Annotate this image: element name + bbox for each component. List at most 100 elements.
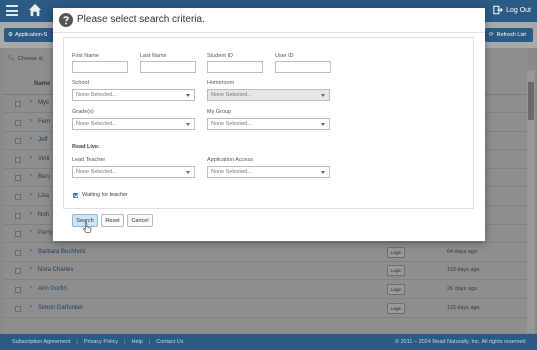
chevron-right-icon[interactable]: › [30, 229, 32, 235]
login-button[interactable]: Login [387, 246, 405, 258]
school-select[interactable]: None Selected... [72, 89, 195, 101]
choose-students-control[interactable]: 🔍︎ Choose st [8, 53, 43, 65]
first-name-label: First Name [72, 53, 99, 59]
first-name-input[interactable] [72, 61, 128, 73]
scrollbar-thumb[interactable] [528, 82, 534, 120]
chevron-right-icon[interactable]: › [30, 192, 32, 198]
login-button[interactable]: Login [387, 302, 405, 314]
lead-teacher-select-value: None Selected... [76, 169, 117, 175]
application-access-select-value: None Selected... [211, 169, 252, 175]
menu-icon[interactable] [6, 5, 18, 16]
chevron-right-icon[interactable]: › [30, 173, 32, 179]
scrollbar[interactable] [527, 70, 535, 333]
row-checkbox[interactable] [15, 268, 21, 275]
student-name[interactable]: Myc [38, 100, 49, 106]
question-icon [59, 13, 73, 27]
footer-separator: | [124, 339, 126, 345]
read-live-section-title: Read Live: [72, 144, 100, 150]
chevron-right-icon[interactable]: › [30, 285, 32, 291]
homeroom-select[interactable]: None Selected... [207, 89, 330, 101]
column-header-name[interactable]: Name [34, 81, 50, 87]
reset-button[interactable]: Reset [101, 214, 124, 227]
chevron-right-icon[interactable]: › [30, 155, 32, 161]
chevron-right-icon[interactable]: › [30, 304, 32, 310]
row-checkbox[interactable] [15, 287, 21, 293]
student-name[interactable]: Jeff [38, 137, 48, 143]
table-row[interactable]: › Ann Gorfirt Login 26 days ago [4, 281, 527, 299]
row-checkbox[interactable] [15, 175, 21, 182]
last-activity: 26 days ago [447, 286, 477, 292]
copyright-text: © 2011 – 2024 Read Naturally, Inc. All r… [395, 339, 527, 345]
chevron-down-icon [321, 171, 325, 174]
footer-link-help[interactable]: Help [132, 339, 143, 345]
table-row[interactable]: › Simon Garfunkel Login 115 days ago [4, 300, 527, 318]
chevron-right-icon[interactable]: › [30, 136, 32, 142]
row-checkbox[interactable] [15, 138, 21, 145]
chevron-down-icon [321, 123, 325, 126]
grades-label: Grade(s) [72, 109, 94, 115]
student-name[interactable]: Ann Gorfirt [38, 286, 67, 292]
student-name[interactable]: Simon Garfunkel [38, 305, 83, 311]
waiting-for-teacher-checkbox[interactable] [73, 193, 78, 198]
table-row[interactable]: › Barbara Buchholz Login 64 days ago [4, 244, 527, 262]
my-group-select[interactable]: None Selected... [207, 118, 330, 130]
dialog-footer: Search Reset Cancel [53, 209, 485, 241]
choose-students-label: Choose st [17, 56, 43, 62]
home-icon[interactable] [28, 3, 42, 17]
settings-icon: ⚙ [8, 32, 13, 38]
student-name[interactable]: Benj [38, 174, 50, 180]
row-checkbox[interactable] [15, 305, 21, 312]
chevron-down-icon [186, 171, 190, 174]
row-checkbox[interactable] [15, 212, 21, 219]
chevron-right-icon[interactable]: › [30, 211, 32, 217]
search-form: First Name Last Name Student ID User ID … [63, 37, 474, 209]
login-button[interactable]: Login [387, 265, 405, 277]
row-checkbox[interactable] [15, 231, 21, 238]
my-group-label: My Group [207, 109, 232, 115]
student-name[interactable]: Lisa [38, 193, 49, 199]
lead-teacher-select[interactable]: None Selected... [72, 166, 195, 178]
cancel-button[interactable]: Cancel [127, 214, 153, 227]
application-settings-label: Application-S [14, 32, 48, 38]
chevron-right-icon[interactable]: › [30, 248, 32, 254]
refresh-list-button[interactable]: ⟳ Refresh List [485, 28, 533, 42]
row-checkbox[interactable] [15, 156, 21, 163]
row-checkbox[interactable] [15, 249, 21, 256]
footer-link-privacy-policy[interactable]: Privacy Policy [84, 339, 118, 345]
chevron-right-icon[interactable]: › [30, 99, 32, 105]
row-checkbox[interactable] [15, 119, 21, 126]
last-activity: 64 days ago [447, 248, 477, 255]
student-name[interactable]: Nora Charles [38, 267, 73, 273]
application-access-select[interactable]: None Selected... [207, 166, 330, 178]
logout-button[interactable]: Log Out [493, 4, 531, 16]
school-select-value: None Selected... [76, 92, 117, 98]
last-activity: 119 days ago [447, 267, 480, 274]
user-id-input[interactable] [275, 61, 331, 73]
chevron-down-icon [186, 123, 190, 126]
student-name[interactable]: Noh [38, 212, 49, 218]
homeroom-label: Homeroom [207, 80, 235, 86]
chevron-right-icon[interactable]: › [30, 266, 32, 272]
chevron-right-icon[interactable]: › [30, 118, 32, 124]
chevron-down-icon [186, 94, 190, 97]
login-button[interactable]: Login [387, 284, 405, 295]
row-checkbox[interactable] [15, 194, 21, 200]
refresh-icon: ⟳ [489, 32, 494, 38]
student-id-input[interactable] [207, 61, 263, 73]
footer-separator: | [148, 339, 151, 345]
footer-separator: | [76, 339, 78, 345]
table-row[interactable]: › Nora Charles Login 119 days ago [4, 262, 527, 281]
my-group-select-value: None Selected... [211, 121, 252, 127]
last-name-label: Last Name [140, 53, 167, 59]
footer-link-subscription-agreement[interactable]: Subscription Agreement [12, 339, 70, 345]
refresh-list-label: Refresh List [496, 32, 526, 38]
footer-link-contact-us[interactable]: Contact Us [156, 339, 183, 345]
student-name[interactable]: Fern [38, 119, 50, 125]
dialog-title: Please select search criteria. [77, 14, 205, 25]
search-icon: 🔍︎ [8, 56, 15, 62]
student-name[interactable]: Barbara Buchholz [38, 249, 86, 255]
row-checkbox[interactable] [15, 101, 21, 107]
last-name-input[interactable] [140, 61, 196, 73]
grades-select[interactable]: None Selected... [72, 118, 195, 130]
student-name[interactable]: Vinit [38, 156, 50, 162]
